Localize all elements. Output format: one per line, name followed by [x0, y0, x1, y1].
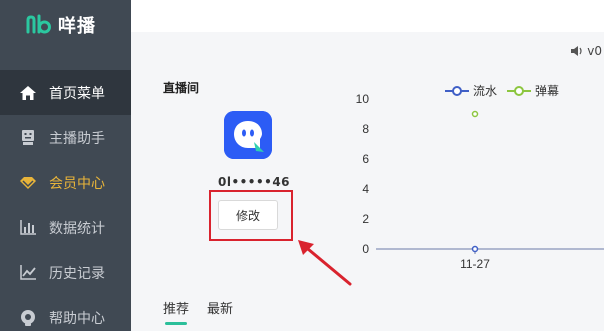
- tab-latest[interactable]: 最新: [207, 298, 233, 325]
- sidebar-item-stats[interactable]: 数据统计: [0, 205, 131, 250]
- x-tick-label: 11-27: [460, 257, 490, 271]
- version-text: v0: [587, 44, 602, 58]
- sidebar-item-vip[interactable]: 会员中心: [0, 160, 131, 205]
- version-indicator: v0: [571, 44, 602, 58]
- sidebar-item-label: 数据统计: [49, 220, 105, 237]
- sidebar-item-home[interactable]: 首页菜单: [0, 70, 131, 115]
- top-bar: [131, 0, 604, 32]
- y-tick-label: 8: [362, 122, 369, 136]
- sidebar-item-label: 历史记录: [49, 265, 105, 282]
- room-id: 0l•••••46: [218, 175, 291, 189]
- speaker-icon: [571, 46, 582, 56]
- vip-diamond-icon: [19, 174, 37, 192]
- y-tick-label: 2: [362, 212, 369, 226]
- content-tabs: 推荐 最新: [163, 298, 233, 325]
- chart-plot: 0 2 4 6 8 10 11-27: [356, 92, 604, 271]
- data-point: [471, 110, 479, 118]
- sidebar-item-assistant[interactable]: 主播助手: [0, 115, 131, 160]
- app-name: 咩播: [58, 16, 96, 37]
- app-window: 咩播 首页菜单 主播助手 会员中心 数据统计 历史记录 帮助中心 v0 直播间 …: [0, 0, 604, 331]
- help-icon: [19, 309, 37, 327]
- room-avatar-icon: [224, 111, 272, 159]
- sidebar-item-label: 主播助手: [49, 130, 105, 147]
- tab-recommend[interactable]: 推荐: [163, 298, 189, 325]
- y-tick-label: 4: [362, 182, 369, 196]
- robot-icon: [19, 129, 37, 147]
- home-icon: [19, 84, 37, 102]
- sidebar-menu: 首页菜单 主播助手 会员中心 数据统计 历史记录 帮助中心: [0, 70, 131, 331]
- sidebar-item-label: 会员中心: [49, 175, 105, 192]
- logo-icon: [26, 14, 51, 34]
- sidebar-item-help[interactable]: 帮助中心: [0, 295, 131, 331]
- sidebar: 咩播 首页菜单 主播助手 会员中心 数据统计 历史记录 帮助中心: [0, 0, 131, 331]
- line-chart-icon: [19, 264, 37, 282]
- sidebar-item-label: 帮助中心: [49, 310, 105, 327]
- y-tick-label: 6: [362, 152, 369, 166]
- bar-chart-icon: [19, 219, 37, 237]
- avatar: [224, 111, 272, 159]
- main-content: v0 直播间 0l•••••46 修改 推荐 最新 流水 弹幕 0 2 4 6 …: [131, 0, 604, 331]
- y-tick-label: 0: [362, 242, 369, 256]
- stats-chart: 流水 弹幕 0 2 4 6 8 10 11-27: [331, 76, 604, 276]
- highlight-box: [209, 190, 293, 241]
- room-title: 直播间: [163, 81, 200, 95]
- app-logo: 咩播: [0, 0, 131, 50]
- data-point: [471, 245, 479, 253]
- sidebar-item-label: 首页菜单: [49, 85, 105, 102]
- y-tick-label: 10: [356, 92, 370, 106]
- sidebar-item-history[interactable]: 历史记录: [0, 250, 131, 295]
